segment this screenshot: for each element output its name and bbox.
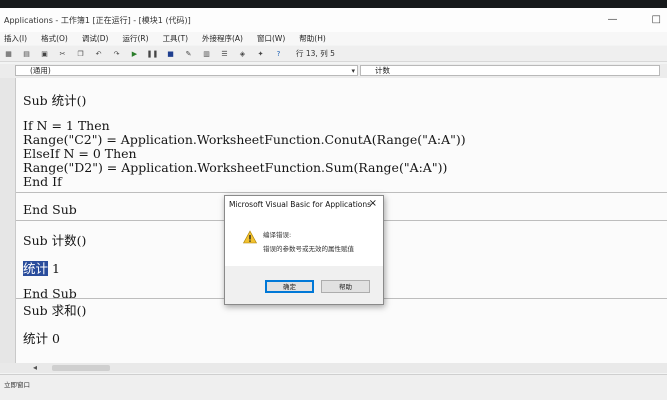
window-controls: — □	[608, 14, 661, 25]
code-line-rest: 1	[48, 261, 60, 276]
code-line[interactable]: Range("C2") = Application.WorksheetFunct…	[23, 132, 466, 147]
insert-module-icon[interactable]: ▤	[22, 49, 31, 58]
toolbar: ▦ ▤ ▣ ✂ ❐ ↶ ↷ ▶ ❚❚ ■ ✎ ▥ ☰ ◈ ✦ ? 行 13, 列…	[0, 46, 667, 62]
code-line[interactable]: Range("D2") = Application.WorksheetFunct…	[23, 160, 447, 175]
reset-icon[interactable]: ■	[166, 49, 175, 58]
copy-icon[interactable]: ❐	[76, 49, 85, 58]
undo-icon[interactable]: ↶	[94, 49, 103, 58]
dialog-body: 编译错误: 错误的参数号或无效的属性赋值	[225, 212, 383, 266]
view-excel-icon[interactable]: ▦	[4, 49, 13, 58]
code-line[interactable]: Sub 计数()	[23, 230, 86, 249]
procedure-separator	[16, 192, 667, 193]
close-icon[interactable]: ×	[369, 198, 377, 209]
pause-icon[interactable]: ❚❚	[147, 49, 159, 58]
run-icon[interactable]: ▶	[130, 49, 139, 58]
menu-window[interactable]: 窗口(W)	[257, 33, 285, 44]
code-line-selected[interactable]: 统计 1	[23, 258, 60, 277]
selected-text[interactable]: 统计	[23, 261, 49, 276]
code-line[interactable]: Sub 求和()	[23, 300, 86, 319]
object-browser-icon[interactable]: ◈	[238, 49, 247, 58]
code-line[interactable]: 统计 0	[23, 328, 60, 347]
help-icon[interactable]: ?	[274, 49, 283, 58]
error-dialog: Microsoft Visual Basic for Applications …	[224, 195, 384, 305]
code-line[interactable]: ElseIf N = 0 Then	[23, 146, 137, 161]
dialog-title-bar: Microsoft Visual Basic for Applications …	[225, 196, 383, 212]
minimize-button[interactable]: —	[608, 14, 618, 25]
redo-icon[interactable]: ↷	[112, 49, 121, 58]
menu-run[interactable]: 运行(R)	[122, 33, 148, 44]
ok-button[interactable]: 确定	[265, 280, 314, 293]
margin-indicator-bar[interactable]	[0, 78, 16, 363]
design-mode-icon[interactable]: ✎	[184, 49, 193, 58]
error-heading: 编译错误:	[263, 231, 292, 239]
maximize-button[interactable]: □	[652, 14, 661, 25]
horizontal-scrollbar[interactable]: ◂	[0, 363, 667, 373]
warning-icon	[243, 230, 257, 244]
menu-debug[interactable]: 调试(D)	[82, 33, 109, 44]
code-line[interactable]: End If	[23, 174, 62, 189]
procedure-dropdown-value: 计数	[375, 66, 390, 75]
code-line[interactable]: If N = 1 Then	[23, 118, 110, 133]
code-line[interactable]: Sub 统计()	[23, 90, 86, 109]
cut-icon[interactable]: ✂	[58, 49, 67, 58]
save-icon[interactable]: ▣	[40, 49, 49, 58]
scroll-left-icon[interactable]: ◂	[33, 363, 37, 372]
menu-insert[interactable]: 插入(I)	[4, 33, 27, 44]
code-line[interactable]: End Sub	[23, 202, 77, 217]
code-combo-bar: (通用) ▾ 计数	[0, 64, 667, 78]
window-title: Applications - 工作簿1 [正在运行] - [模块1 (代码)]	[4, 16, 191, 25]
procedure-dropdown[interactable]: 计数	[360, 65, 660, 76]
immediate-window-title: 立即窗口	[4, 381, 30, 389]
immediate-window[interactable]: 立即窗口	[0, 374, 667, 400]
error-message: 错误的参数号或无效的属性赋值	[263, 245, 354, 253]
menu-help[interactable]: 帮助(H)	[299, 33, 326, 44]
toolbox-icon[interactable]: ✦	[256, 49, 265, 58]
title-bar: Applications - 工作簿1 [正在运行] - [模块1 (代码)] …	[0, 8, 667, 32]
scrollbar-thumb[interactable]	[52, 365, 110, 371]
monitor-bezel	[0, 0, 667, 8]
menu-tools[interactable]: 工具(T)	[163, 33, 188, 44]
object-dropdown[interactable]: (通用) ▾	[15, 65, 358, 76]
menu-addins[interactable]: 外接程序(A)	[202, 33, 243, 44]
object-dropdown-value: (通用)	[30, 66, 51, 75]
chevron-down-icon: ▾	[351, 67, 355, 75]
dialog-title: Microsoft Visual Basic for Applications	[229, 200, 372, 209]
project-explorer-icon[interactable]: ▥	[202, 49, 211, 58]
help-button[interactable]: 帮助	[321, 280, 370, 293]
properties-icon[interactable]: ☰	[220, 49, 229, 58]
menu-bar: 插入(I) 格式(O) 调试(D) 运行(R) 工具(T) 外接程序(A) 窗口…	[0, 32, 667, 45]
cursor-position: 行 13, 列 5	[296, 49, 335, 58]
menu-format[interactable]: 格式(O)	[41, 33, 68, 44]
